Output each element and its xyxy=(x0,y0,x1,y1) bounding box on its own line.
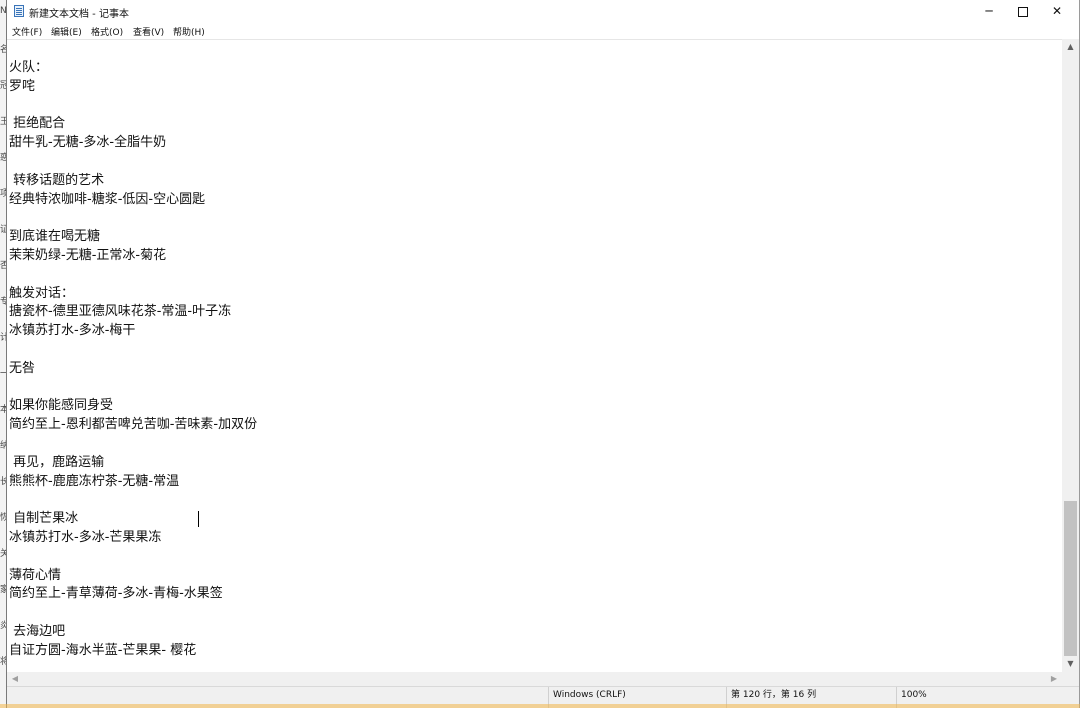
text-line: 去海边吧 xyxy=(9,624,66,639)
menu-edit[interactable]: 编辑(E) xyxy=(51,25,82,38)
notepad-icon xyxy=(14,5,24,17)
text-line: 无咎 xyxy=(9,360,36,376)
text-line: 冰镇苏打水-多冰-梅干 xyxy=(9,323,136,339)
scroll-right-icon[interactable]: ▶ xyxy=(1046,672,1062,686)
minimize-icon: ─ xyxy=(985,4,993,18)
vertical-scrollbar[interactable]: ▲ ▼ xyxy=(1062,39,1079,672)
minimize-button[interactable]: ─ xyxy=(972,0,1006,22)
text-line: 罗咤 xyxy=(9,78,36,94)
menu-help[interactable]: 帮助(H) xyxy=(173,25,205,38)
text-line: 拒绝配合 xyxy=(9,116,66,132)
text-line: 茉茉奶绿-无糖-正常冰-菊花 xyxy=(9,248,167,263)
menu-format[interactable]: 格式(O) xyxy=(91,25,123,38)
maximize-button[interactable] xyxy=(1006,0,1040,22)
text-line: 到底谁在喝无糖 xyxy=(9,229,101,245)
taskbar-edge xyxy=(0,704,1080,708)
text-line: 再见，鹿路运输 xyxy=(9,454,105,470)
title-bar[interactable]: 新建文本文档 - 记事本 ─ ✕ xyxy=(7,0,1079,22)
close-icon: ✕ xyxy=(1051,4,1063,18)
text-line: 经典特浓咖啡-糖浆-低因-空心圆匙 xyxy=(9,191,206,207)
text-line: 触发对话： xyxy=(9,285,75,301)
scroll-up-icon[interactable]: ▲ xyxy=(1062,39,1079,55)
menu-file[interactable]: 文件(F) xyxy=(12,25,42,38)
menu-bar: 文件(F) 编辑(E) 格式(O) 查看(V) 帮助(H) xyxy=(7,22,1079,39)
text-line: 如果你能感同身受 xyxy=(9,398,114,414)
text-line: 自制芒果冰 xyxy=(9,511,79,527)
text-line: 自证方圆-海水半蓝-芒果果- 樱花 xyxy=(9,642,197,658)
horizontal-scrollbar[interactable]: ◀ ▶ xyxy=(7,672,1062,686)
menu-view[interactable]: 查看(V) xyxy=(133,25,164,38)
text-line: 简约至上-青草薄荷-多冰-青梅-水果签 xyxy=(9,586,223,602)
text-caret xyxy=(198,511,199,527)
notepad-window: 新建文本文档 - 记事本 ─ ✕ 文件(F) 编辑(E) 格式(O) 查看(V)… xyxy=(6,0,1080,708)
text-line: 薄荷心情 xyxy=(9,567,62,583)
text-line: 甜牛乳-无糖-多冰-全脂牛奶 xyxy=(9,135,167,151)
scroll-down-icon[interactable]: ▼ xyxy=(1062,656,1079,672)
scroll-left-icon[interactable]: ◀ xyxy=(7,672,23,686)
scrollbar-corner xyxy=(1062,672,1079,686)
text-line: 熊熊杯-鹿鹿冻柠茶-无糖-常温 xyxy=(9,473,180,489)
text-line: 转移话题的艺术 xyxy=(9,172,105,188)
close-button[interactable]: ✕ xyxy=(1040,0,1074,22)
vertical-scroll-thumb[interactable] xyxy=(1064,501,1077,656)
text-line: 简约至上-恩利都苦啤兑苦咖-苦味素-加双份 xyxy=(9,417,258,433)
text-editor[interactable]: 火队： 罗咤 拒绝配合甜牛乳-无糖-多冰-全脂牛奶 转移话题的艺术经典特浓咖啡-糖… xyxy=(7,39,1062,672)
text-line: 冰镇苏打水-多冰-芒果果冻 xyxy=(9,530,162,545)
window-title: 新建文本文档 - 记事本 xyxy=(29,9,129,20)
text-line: 搪瓷杯-德里亚德风味花茶-常温-叶子冻 xyxy=(9,304,232,320)
text-line: 火队： xyxy=(9,60,49,75)
maximize-icon xyxy=(1018,6,1028,17)
